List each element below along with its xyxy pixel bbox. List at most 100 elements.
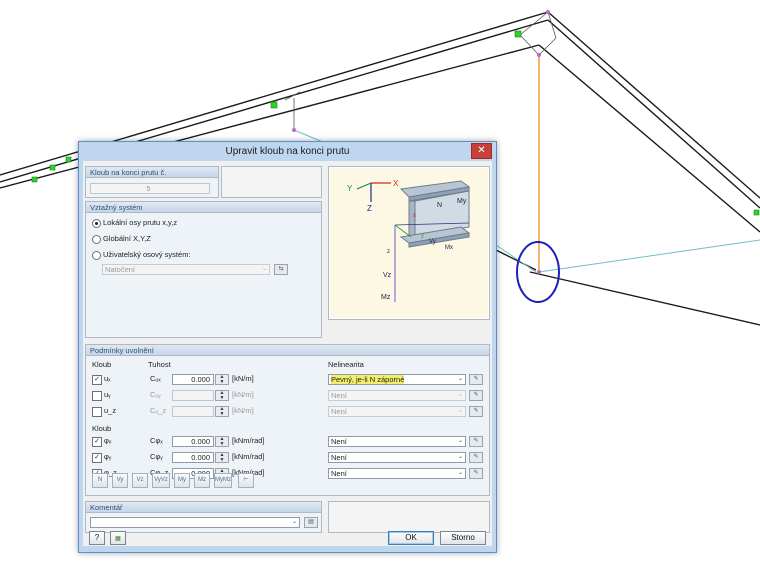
label-my: My [457,198,467,205]
beam-diagram: X Y Z N My x y z Vy Vz Mz Mx [330,168,488,318]
nonlinearity-edit-button[interactable]: ✎ [469,452,483,463]
release-checkbox[interactable]: ✓ [92,453,102,463]
rotation-hinge-header: Kloub [92,424,112,433]
chevron-down-icon: ⌄ [457,392,463,398]
dof-label: uₓ [104,374,111,383]
label-vy: Vy [429,239,436,245]
nonlinearity-select[interactable]: Není ⌄ [328,436,466,447]
stiffness-input[interactable]: 0.000 [172,436,214,447]
release-vyvz-button[interactable]: VyVz [152,473,170,488]
release-checkbox[interactable]: ✓ [92,437,102,447]
label-n: N [437,202,442,209]
comment-label: Komentář [86,502,321,513]
pick-axis-button[interactable]: ⇆ [274,264,288,275]
nonlinearity-edit-button[interactable]: ✎ [469,406,483,417]
dof-label: φₓ [104,436,112,445]
stiffness-input[interactable]: 0.000 [172,374,214,385]
stiffness-coef-label: Cᵤₓ [150,374,161,383]
nonlinearity-edit-button[interactable]: ✎ [469,436,483,447]
units-icon: ▦ [115,536,121,542]
axis-y-label: Y [347,184,353,193]
stiffness-input[interactable]: 0.000 [172,452,214,463]
radio-global-axes-label: Globální X,Y,Z [103,234,151,243]
release-checkbox[interactable] [92,391,102,401]
stiffness-coef-label: Cφᵧ [150,452,163,461]
hinge-number-field[interactable]: 5 [90,183,210,194]
comment-input[interactable]: ⌄ [90,517,300,528]
nonlinearity-value: Není [331,469,347,478]
radio-user-axes[interactable] [92,251,101,260]
radio-global-axes[interactable] [92,235,101,244]
stiffness-spinner[interactable]: ▲▼ [215,436,229,447]
hinge-number-label: Kloub na konci prutu č. [86,167,218,178]
stiffness-unit: [kNm/rad] [232,452,265,461]
stiffness-unit: [kN/m] [232,406,254,415]
nonlinearity-select[interactable]: Není ⌄ [328,390,466,401]
ok-button[interactable]: OK [388,531,434,545]
radio-local-axes-label: Lokální osy prutu x,y,z [103,218,178,227]
cancel-button[interactable]: Storno [440,531,486,545]
edit-hinge-dialog: Upravit kloub na konci prutu ✕ Kloub na … [78,141,497,553]
comment-library-button[interactable]: ▤ [304,517,318,528]
dialog-titlebar[interactable]: Upravit kloub na konci prutu ✕ [79,142,496,161]
help-button[interactable]: ? [89,531,105,545]
label-mz: Mz [381,294,391,301]
axis-x-label: X [393,179,399,188]
col-nonlinearity-header: Nelinearita [328,360,364,369]
label-mx: Mx [445,245,453,251]
radio-user-axes-label: Uživatelský osový systém: [103,250,191,259]
rotation-select[interactable]: Natočení ⌄ [102,264,270,275]
close-button[interactable]: ✕ [471,143,492,159]
comment-blank-panel [328,501,490,533]
stiffness-input[interactable] [172,406,214,417]
axis-z-label: Z [367,204,372,213]
stiffness-input[interactable] [172,390,214,401]
release-other-button[interactable]: ⊢ [238,473,254,488]
col-hinge-header: Kloub [92,360,112,369]
nonlinearity-select[interactable]: Pevný, je-li N záporné ⌄ [328,374,466,385]
chevron-down-icon: ⌄ [457,376,463,382]
reference-system-group: Vztažný systém Lokální osy prutu x,y,z G… [85,201,322,338]
dialog-title: Upravit kloub na konci prutu [225,146,350,157]
stiffness-spinner[interactable]: ▲▼ [215,406,229,417]
nonlinearity-edit-button[interactable]: ✎ [469,390,483,401]
chevron-down-icon: ⌄ [261,266,267,272]
hinge-number-group: Kloub na konci prutu č. 5 [85,166,219,198]
help-icon: ? [94,533,100,542]
radio-local-axes[interactable] [92,219,101,228]
chevron-down-icon: ⌄ [457,470,463,476]
nonlinearity-select[interactable]: Není ⌄ [328,452,466,463]
nonlinearity-value: Pevný, je-li N záporné [331,375,405,384]
release-my-button[interactable]: My [174,473,190,488]
nonlinearity-edit-button[interactable]: ✎ [469,374,483,385]
dialog-body: Kloub na konci prutu č. 5 Vztažný systém… [83,161,492,546]
nonlinearity-value: Není [331,453,347,462]
release-n-button[interactable]: N [92,473,108,488]
dof-label: u_z [104,406,117,415]
dof-label: φᵧ [104,452,112,461]
dof-label: uᵧ [104,390,111,399]
release-mz-button[interactable]: Mz [194,473,210,488]
stiffness-spinner[interactable]: ▲▼ [215,390,229,401]
nonlinearity-value: Není [331,437,347,446]
release-checkbox[interactable] [92,407,102,417]
label-z-local: z [387,249,390,255]
units-button[interactable]: ▦ [110,531,126,545]
chevron-down-icon: ⌄ [457,454,463,460]
stiffness-spinner[interactable]: ▲▼ [215,452,229,463]
hinge-diagram-panel: X Y Z N My x y z Vy Vz Mz Mx [328,166,490,320]
rotation-select-value: Natočení [105,265,136,274]
nonlinearity-edit-button[interactable]: ✎ [469,468,483,479]
stiffness-unit: [kN/m] [232,390,254,399]
stiffness-spinner[interactable]: ▲▼ [215,374,229,385]
release-checkbox[interactable]: ✓ [92,375,102,385]
release-vy-button[interactable]: Vy [112,473,128,488]
label-y-local: y [421,233,424,239]
release-mymz-button[interactable]: MyMz [214,473,232,488]
stiffness-coef-label: Cᵤ_z [150,406,167,415]
nonlinearity-select[interactable]: Není ⌄ [328,468,466,479]
nonlinearity-select[interactable]: Není ⌄ [328,406,466,417]
label-vz: Vz [383,272,392,279]
release-conditions-group: Podmínky uvolnění Kloub Tuhost Nelineari… [85,344,490,496]
release-vz-button[interactable]: Vz [132,473,148,488]
